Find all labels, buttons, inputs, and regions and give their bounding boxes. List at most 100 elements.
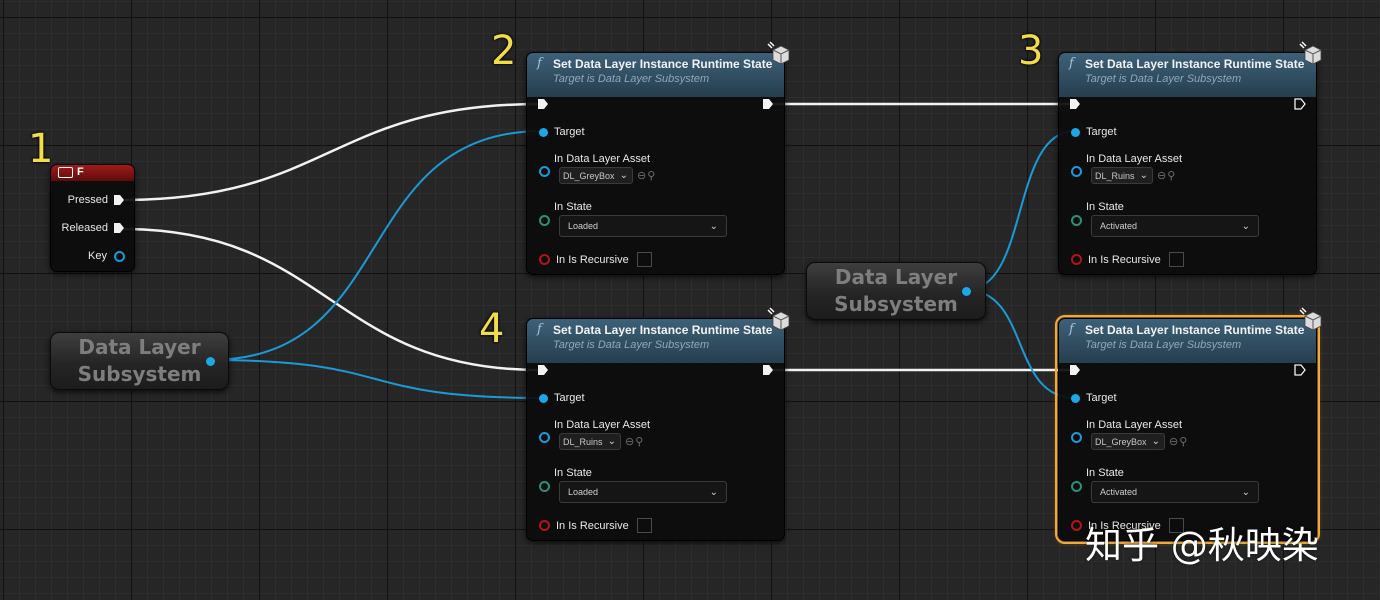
browse-arrow-icon[interactable]: ⊖: [1169, 435, 1178, 448]
asset-pin[interactable]: [1071, 166, 1082, 177]
state-dropdown[interactable]: Activated ⌄: [1091, 215, 1259, 237]
recursive-pin[interactable]: [539, 254, 550, 265]
exec-out-pin[interactable]: [762, 98, 774, 110]
exec-in-pin[interactable]: [537, 98, 549, 110]
asset-field: DL_GreyBox ⌄ ⊖ ⚲: [559, 167, 655, 184]
asset-value: DL_GreyBox: [563, 170, 615, 181]
set-data-layer-state-node-2[interactable]: f Set Data Layer Instance Runtime State …: [526, 41, 790, 275]
recursive-pin[interactable]: [539, 520, 550, 531]
asset-pin[interactable]: [539, 432, 550, 443]
getter-2-output-pin[interactable]: [962, 287, 971, 296]
browse-arrow-icon[interactable]: ⊖: [637, 169, 646, 182]
exec-in-pin[interactable]: [1069, 98, 1081, 110]
state-pin[interactable]: [1071, 481, 1082, 492]
recursive-checkbox[interactable]: [1168, 252, 1184, 267]
exec-out-pin[interactable]: [1294, 98, 1306, 110]
node-title: Set Data Layer Instance Runtime State: [1085, 57, 1305, 71]
pressed-pin-row: Pressed: [68, 194, 125, 206]
chevron-down-icon: ⌄: [619, 170, 628, 181]
target-pin[interactable]: [539, 127, 548, 137]
exec-out-pin[interactable]: [1294, 364, 1306, 376]
target-label: Target: [1086, 126, 1117, 138]
state-value: Loaded: [568, 221, 599, 231]
set-data-layer-state-node-3[interactable]: f Set Data Layer Instance Runtime State …: [1058, 41, 1322, 275]
asset-pin[interactable]: [539, 166, 550, 177]
getter-1-output-pin[interactable]: [206, 357, 215, 366]
state-dropdown[interactable]: Activated ⌄: [1091, 481, 1259, 503]
chevron-down-icon: ⌄: [1241, 220, 1250, 232]
data-layer-subsystem-getter-2[interactable]: Data Layer Subsystem: [806, 262, 986, 320]
recursive-checkbox[interactable]: [636, 252, 652, 267]
recursive-checkbox[interactable]: [636, 518, 652, 533]
asset-dropdown[interactable]: DL_Ruins ⌄: [1091, 167, 1153, 184]
asset-dropdown[interactable]: DL_GreyBox ⌄: [559, 167, 633, 184]
target-pin[interactable]: [539, 393, 548, 403]
getter-2-line1: Data Layer: [834, 265, 958, 289]
asset-label: In Data Layer Asset: [1086, 419, 1182, 431]
key-pin-row: Key: [88, 250, 125, 262]
search-icon[interactable]: ⚲: [1167, 169, 1175, 182]
chevron-down-icon: ⌄: [607, 436, 616, 447]
asset-dropdown[interactable]: DL_GreyBox ⌄: [1091, 433, 1165, 450]
step-label-1: 1: [28, 126, 54, 172]
recursive-pin-row: In Is Recursive: [539, 252, 652, 267]
released-label: Released: [61, 222, 108, 234]
target-pin[interactable]: [1071, 393, 1080, 403]
function-icon: f: [537, 56, 542, 71]
set-data-layer-state-node-5[interactable]: f Set Data Layer Instance Runtime State …: [1055, 307, 1322, 544]
function-icon: f: [1069, 322, 1074, 337]
target-pin-row: Target: [539, 392, 585, 404]
released-exec-pin[interactable]: [113, 222, 125, 234]
keyboard-icon: [58, 167, 73, 178]
search-icon[interactable]: ⚲: [647, 169, 655, 182]
set-data-layer-state-node-4[interactable]: f Set Data Layer Instance Runtime State …: [526, 307, 790, 541]
node-subtitle: Target is Data Layer Subsystem: [1085, 339, 1242, 351]
browse-arrow-icon[interactable]: ⊖: [625, 435, 634, 448]
recursive-pin-row: In Is Recursive: [1071, 252, 1184, 267]
state-pin[interactable]: [1071, 215, 1082, 226]
step-label-3: 3: [1018, 28, 1044, 74]
target-label: Target: [554, 126, 585, 138]
function-icon: f: [1069, 56, 1074, 71]
node-subtitle: Target is Data Layer Subsystem: [553, 339, 710, 351]
asset-dropdown[interactable]: DL_Ruins ⌄: [559, 433, 621, 450]
state-dropdown[interactable]: Loaded ⌄: [559, 481, 727, 503]
cube-icon: [1299, 307, 1322, 331]
recursive-pin[interactable]: [1071, 254, 1082, 265]
asset-pin[interactable]: [1071, 432, 1082, 443]
chevron-down-icon: ⌄: [709, 486, 718, 498]
state-label: In State: [1086, 467, 1124, 479]
state-dropdown[interactable]: Loaded ⌄: [559, 215, 727, 237]
node-header: f Set Data Layer Instance Runtime State …: [527, 319, 784, 363]
exec-in-pin[interactable]: [1069, 364, 1081, 376]
node-title: Set Data Layer Instance Runtime State: [1085, 323, 1305, 337]
data-layer-subsystem-getter-1[interactable]: Data Layer Subsystem: [50, 332, 229, 390]
browse-arrow-icon[interactable]: ⊖: [1157, 169, 1166, 182]
search-icon[interactable]: ⚲: [635, 435, 643, 448]
chevron-down-icon: ⌄: [1139, 170, 1148, 181]
recursive-pin[interactable]: [1071, 520, 1082, 531]
asset-value: DL_GreyBox: [1095, 436, 1147, 447]
step-label-4: 4: [479, 306, 505, 352]
exec-in-pin[interactable]: [537, 364, 549, 376]
exec-out-pin[interactable]: [762, 364, 774, 376]
state-pin[interactable]: [539, 481, 550, 492]
state-label-row: In State: [1071, 201, 1124, 213]
node-header: f Set Data Layer Instance Runtime State …: [527, 53, 784, 97]
target-pin-row: Target: [1071, 392, 1117, 404]
step-label-2: 2: [491, 28, 517, 74]
target-pin[interactable]: [1071, 127, 1080, 137]
recursive-pin-row: In Is Recursive: [539, 518, 652, 533]
search-icon[interactable]: ⚲: [1179, 435, 1187, 448]
state-label: In State: [554, 467, 592, 479]
node-title: Set Data Layer Instance Runtime State: [553, 57, 773, 71]
key-output-pin[interactable]: [114, 250, 125, 262]
asset-label: In Data Layer Asset: [1086, 153, 1182, 165]
key-label: Key: [88, 250, 107, 262]
state-label-row: In State: [539, 467, 592, 479]
pressed-exec-pin[interactable]: [113, 194, 125, 206]
state-pin[interactable]: [539, 215, 550, 226]
asset-field: DL_GreyBox ⌄ ⊖ ⚲: [1091, 433, 1187, 450]
key-event-node[interactable]: F Pressed Released Key: [50, 164, 135, 272]
cube-icon: [767, 41, 790, 65]
